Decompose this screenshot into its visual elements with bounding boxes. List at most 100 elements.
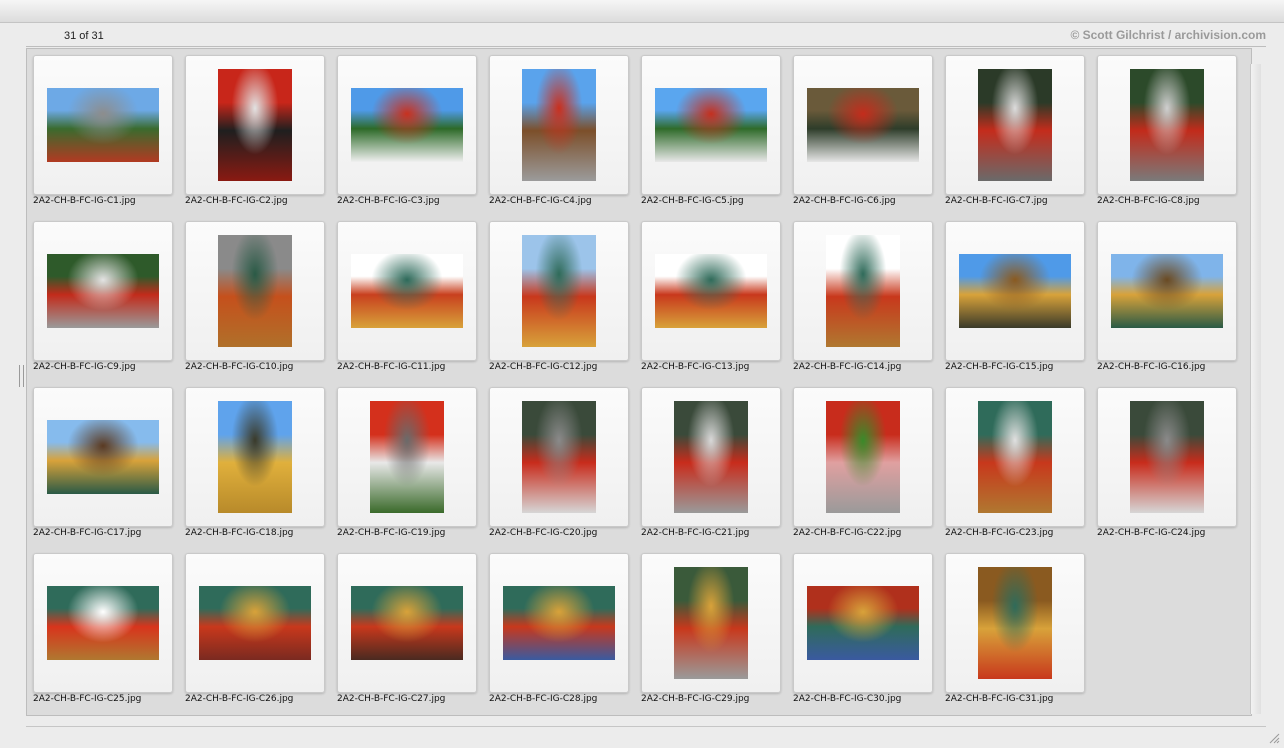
thumbnail-item[interactable]: 2A2-CH-B-FC-IG-C15.jpg [945,221,1085,381]
thumbnail-frame[interactable] [641,221,781,361]
thumbnail-frame[interactable] [1097,387,1237,527]
thumbnail-frame[interactable] [489,55,629,195]
thumbnail-item[interactable]: 2A2-CH-B-FC-IG-C12.jpg [489,221,629,381]
thumbnail-item[interactable]: 2A2-CH-B-FC-IG-C6.jpg [793,55,933,215]
thumbnail-frame[interactable] [641,553,781,693]
thumbnail-frame[interactable] [489,221,629,361]
thumbnail-filename: 2A2-CH-B-FC-IG-C31.jpg [945,694,1054,704]
thumbnail-image [959,254,1071,328]
thumbnail-frame[interactable] [33,387,173,527]
thumbnail-item[interactable]: 2A2-CH-B-FC-IG-C17.jpg [33,387,173,547]
thumbnail-frame[interactable] [489,387,629,527]
thumbnail-frame[interactable] [793,553,933,693]
thumbnail-frame[interactable] [945,553,1085,693]
thumbnail-item[interactable]: 2A2-CH-B-FC-IG-C31.jpg [945,553,1085,713]
thumbnail-frame[interactable] [185,221,325,361]
thumbnail-item[interactable]: 2A2-CH-B-FC-IG-C28.jpg [489,553,629,713]
thumbnail-frame[interactable] [33,55,173,195]
thumbnail-frame[interactable] [793,221,933,361]
thumbnail-filename: 2A2-CH-B-FC-IG-C29.jpg [641,694,750,704]
thumbnail-browser: 2A2-CH-B-FC-IG-C1.jpg 2A2-CH-B-FC-IG-C2.j… [26,48,1252,716]
thumbnail-frame[interactable] [337,387,477,527]
thumbnail-image [655,88,767,162]
thumbnail-frame[interactable] [945,387,1085,527]
thumbnail-item[interactable]: 2A2-CH-B-FC-IG-C19.jpg [337,387,477,547]
thumbnail-item[interactable]: 2A2-CH-B-FC-IG-C26.jpg [185,553,325,713]
thumbnail-item[interactable]: 2A2-CH-B-FC-IG-C18.jpg [185,387,325,547]
thumbnail-frame[interactable] [945,55,1085,195]
thumbnail-frame[interactable] [337,553,477,693]
thumbnail-frame[interactable] [185,553,325,693]
thumbnail-image [674,401,748,513]
thumbnail-filename: 2A2-CH-B-FC-IG-C19.jpg [337,528,446,538]
thumbnail-item[interactable]: 2A2-CH-B-FC-IG-C2.jpg [185,55,325,215]
thumbnail-item[interactable]: 2A2-CH-B-FC-IG-C9.jpg [33,221,173,381]
thumbnail-item[interactable]: 2A2-CH-B-FC-IG-C24.jpg [1097,387,1237,547]
thumbnail-frame[interactable] [793,387,933,527]
thumbnail-filename: 2A2-CH-B-FC-IG-C12.jpg [489,362,598,372]
thumbnail-frame[interactable] [641,387,781,527]
thumbnail-image [978,401,1052,513]
thumbnail-frame[interactable] [337,221,477,361]
thumbnail-image [807,88,919,162]
thumbnail-image [522,401,596,513]
thumbnail-frame[interactable] [945,221,1085,361]
thumbnail-image [351,254,463,328]
thumbnail-item[interactable]: 2A2-CH-B-FC-IG-C7.jpg [945,55,1085,215]
thumbnail-image [1130,69,1204,181]
thumbnail-filename: 2A2-CH-B-FC-IG-C3.jpg [337,196,440,206]
copyright-credit: © Scott Gilchrist / archivision.com [1070,28,1266,42]
thumbnail-item[interactable]: 2A2-CH-B-FC-IG-C13.jpg [641,221,781,381]
thumbnail-frame[interactable] [641,55,781,195]
thumbnail-item[interactable]: 2A2-CH-B-FC-IG-C3.jpg [337,55,477,215]
thumbnail-item[interactable]: 2A2-CH-B-FC-IG-C25.jpg [33,553,173,713]
thumbnail-filename: 2A2-CH-B-FC-IG-C27.jpg [337,694,446,704]
thumbnail-item[interactable]: 2A2-CH-B-FC-IG-C22.jpg [793,387,933,547]
thumbnail-item[interactable]: 2A2-CH-B-FC-IG-C11.jpg [337,221,477,381]
thumbnail-filename: 2A2-CH-B-FC-IG-C4.jpg [489,196,592,206]
thumbnail-filename: 2A2-CH-B-FC-IG-C26.jpg [185,694,294,704]
thumbnail-filename: 2A2-CH-B-FC-IG-C25.jpg [33,694,142,704]
thumbnail-image [522,69,596,181]
thumbnail-frame[interactable] [793,55,933,195]
thumbnail-frame[interactable] [185,55,325,195]
thumbnail-item[interactable]: 2A2-CH-B-FC-IG-C5.jpg [641,55,781,215]
thumbnail-frame[interactable] [33,221,173,361]
thumbnail-frame[interactable] [185,387,325,527]
thumbnail-image [218,69,292,181]
thumbnail-item[interactable]: 2A2-CH-B-FC-IG-C21.jpg [641,387,781,547]
thumbnail-frame[interactable] [33,553,173,693]
thumbnail-frame[interactable] [489,553,629,693]
thumbnail-filename: 2A2-CH-B-FC-IG-C17.jpg [33,528,142,538]
thumbnail-grid: 2A2-CH-B-FC-IG-C1.jpg 2A2-CH-B-FC-IG-C2.j… [27,49,1251,715]
thumbnail-frame[interactable] [337,55,477,195]
thumbnail-item[interactable]: 2A2-CH-B-FC-IG-C8.jpg [1097,55,1237,215]
thumbnail-item[interactable]: 2A2-CH-B-FC-IG-C23.jpg [945,387,1085,547]
thumbnail-item[interactable]: 2A2-CH-B-FC-IG-C14.jpg [793,221,933,381]
thumbnail-image [199,586,311,660]
thumbnail-filename: 2A2-CH-B-FC-IG-C20.jpg [489,528,598,538]
thumbnail-filename: 2A2-CH-B-FC-IG-C2.jpg [185,196,288,206]
thumbnail-item[interactable]: 2A2-CH-B-FC-IG-C29.jpg [641,553,781,713]
thumbnail-item[interactable]: 2A2-CH-B-FC-IG-C1.jpg [33,55,173,215]
thumbnail-item[interactable]: 2A2-CH-B-FC-IG-C27.jpg [337,553,477,713]
vertical-scrollbar[interactable] [1250,64,1261,714]
thumbnail-frame[interactable] [1097,221,1237,361]
thumbnail-item[interactable]: 2A2-CH-B-FC-IG-C4.jpg [489,55,629,215]
thumbnail-item[interactable]: 2A2-CH-B-FC-IG-C10.jpg [185,221,325,381]
thumbnail-image [826,235,900,347]
thumbnail-filename: 2A2-CH-B-FC-IG-C10.jpg [185,362,294,372]
thumbnail-filename: 2A2-CH-B-FC-IG-C13.jpg [641,362,750,372]
thumbnail-frame[interactable] [1097,55,1237,195]
thumbnail-item[interactable]: 2A2-CH-B-FC-IG-C20.jpg [489,387,629,547]
thumbnail-filename: 2A2-CH-B-FC-IG-C6.jpg [793,196,896,206]
thumbnail-image [503,586,615,660]
splitter-handle[interactable] [19,365,24,387]
thumbnail-image [47,586,159,660]
thumbnail-image [218,401,292,513]
resize-grip-icon[interactable] [1268,732,1280,744]
thumbnail-item[interactable]: 2A2-CH-B-FC-IG-C16.jpg [1097,221,1237,381]
thumbnail-item[interactable]: 2A2-CH-B-FC-IG-C30.jpg [793,553,933,713]
thumbnail-filename: 2A2-CH-B-FC-IG-C23.jpg [945,528,1054,538]
thumbnail-filename: 2A2-CH-B-FC-IG-C18.jpg [185,528,294,538]
